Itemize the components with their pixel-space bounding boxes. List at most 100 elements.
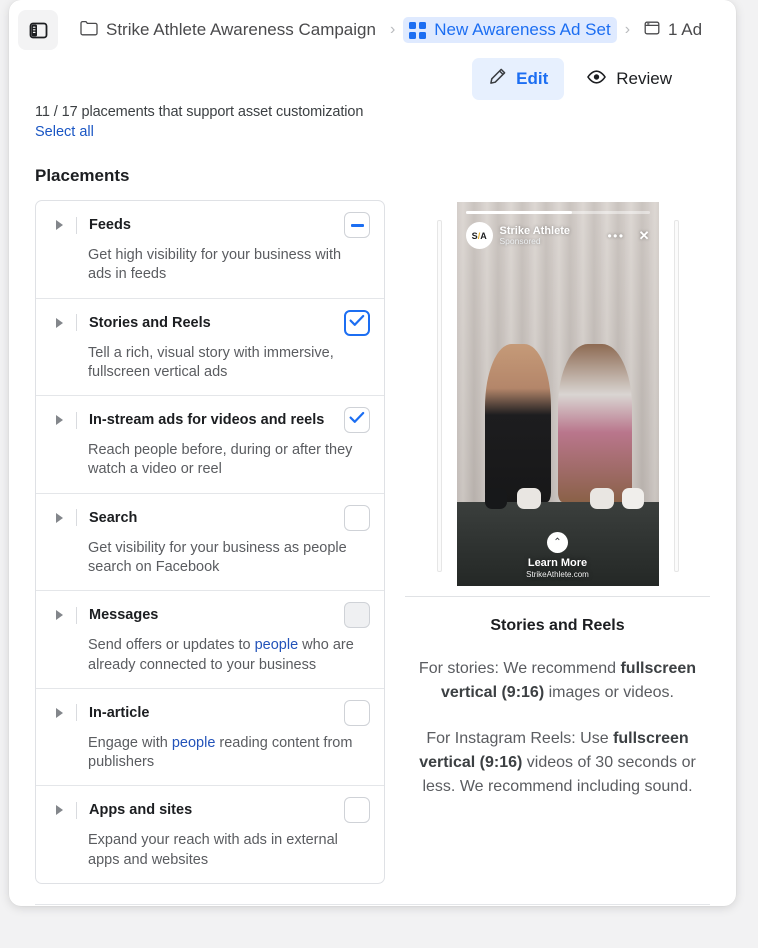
sidebar-panel-icon[interactable] (18, 10, 58, 50)
preview-paragraph-reels: For Instagram Reels: Use fullscreen vert… (405, 727, 710, 799)
placement-name: In-stream ads for videos and reels (89, 412, 325, 429)
placement-checkbox-feeds[interactable] (344, 212, 370, 238)
chevron-up-icon: ⌃ (547, 532, 568, 553)
eye-icon (586, 69, 607, 90)
placement-item-apps-and-sites[interactable]: Apps and sites Expand your reach with ad… (36, 786, 384, 883)
placement-name: In-article (89, 704, 150, 721)
placement-description: Engage with people reading content from … (88, 734, 356, 773)
story-progress-bar (465, 211, 650, 214)
expand-caret-icon[interactable] (50, 220, 68, 230)
placement-item-stories-and-reels[interactable]: Stories and Reels Tell a rich, visual st… (36, 299, 384, 397)
review-button[interactable]: Review (570, 60, 688, 99)
edit-button-label: Edit (516, 69, 549, 88)
para2-part1: For Instagram Reels: Use (426, 730, 614, 747)
placement-checkbox-in-stream-ads[interactable] (344, 407, 370, 434)
people-link[interactable]: people (255, 637, 299, 653)
folder-icon (80, 20, 98, 41)
avatar-initial-right: A (480, 230, 487, 241)
divider (76, 704, 77, 722)
ads-manager-card: Strike Athlete Awareness Campaign › New … (9, 0, 736, 906)
columns: Feeds Get high visibility for your busin… (35, 200, 710, 884)
preview-divider (405, 596, 710, 597)
placement-description: Get high visibility for your business wi… (88, 247, 342, 283)
phone-rail-right (673, 220, 679, 572)
placement-item-messages[interactable]: Messages Send offers or updates to peopl… (36, 591, 384, 689)
story-sponsored-label: Sponsored (499, 235, 541, 246)
ad-photo-shoe (589, 488, 615, 510)
phone-frame: S / A Strike Athlete Sponsored ••• ✕ ⌃ L… (436, 202, 679, 590)
expand-caret-icon[interactable] (50, 415, 68, 426)
phone-preview: S / A Strike Athlete Sponsored ••• ✕ ⌃ L… (405, 200, 710, 592)
para1-part1: For stories: We recommend (418, 660, 621, 677)
divider (76, 606, 77, 624)
preview-paragraph-stories: For stories: We recommend fullscreen ver… (405, 657, 710, 705)
expand-caret-icon[interactable] (50, 805, 68, 816)
breadcrumb-item-campaign[interactable]: Strike Athlete Awareness Campaign (74, 17, 382, 44)
placement-item-in-article[interactable]: In-article Engage with people reading co… (36, 689, 384, 787)
close-icon[interactable]: ✕ (639, 228, 650, 244)
select-all-link[interactable]: Select all (35, 124, 94, 140)
divider (76, 411, 77, 429)
ad-photo-shoe (517, 488, 542, 510)
check-icon (349, 314, 365, 332)
placement-description: Expand your reach with ads in external a… (88, 832, 338, 868)
placement-description: Send offers or updates to people who are… (88, 636, 356, 675)
breadcrumb-item-ad[interactable]: 1 Ad (638, 17, 708, 44)
desc-part-before: Engage with (88, 734, 172, 751)
placement-name: Feeds (89, 217, 131, 233)
header: Strike Athlete Awareness Campaign › New … (9, 0, 736, 104)
cta-label: Learn More (527, 557, 588, 569)
placement-description: Tell a rich, visual story with immersive… (88, 344, 334, 380)
cta-url: StrikeAthlete.com (526, 570, 589, 579)
grid-icon (409, 21, 427, 39)
people-link[interactable]: people (172, 735, 216, 751)
placement-item-search[interactable]: Search Get visibility for your business … (36, 494, 384, 592)
preview-panel: S / A Strike Athlete Sponsored ••• ✕ ⌃ L… (385, 200, 710, 884)
breadcrumb-separator-2: › (624, 21, 631, 38)
placement-checkbox-messages[interactable] (344, 602, 370, 629)
expand-caret-icon[interactable] (50, 317, 68, 328)
divider (76, 314, 77, 332)
story-cta[interactable]: ⌃ Learn More StrikeAthlete.com (457, 532, 659, 579)
placement-name: Apps and sites (89, 802, 193, 819)
placement-item-feeds[interactable]: Feeds Get high visibility for your busin… (36, 201, 384, 299)
divider (76, 509, 77, 527)
story-screen: S / A Strike Athlete Sponsored ••• ✕ ⌃ L… (456, 202, 659, 586)
breadcrumb-label-adset: New Awareness Ad Set (434, 20, 611, 39)
review-button-label: Review (616, 69, 672, 88)
breadcrumb-separator-1: › (389, 21, 396, 38)
breadcrumb-item-adset[interactable]: New Awareness Ad Set (403, 17, 617, 43)
placement-checkbox-apps-and-sites[interactable] (344, 797, 370, 824)
ad-photo-shoe (622, 488, 645, 510)
main-content: 11 / 17 placements that support asset cu… (9, 104, 736, 884)
placement-name: Messages (89, 607, 159, 624)
more-options-icon[interactable]: ••• (607, 229, 624, 243)
placement-checkbox-search[interactable] (344, 504, 370, 531)
phone-rail-left (436, 220, 442, 572)
desc-part-before: Send offers or updates to (88, 637, 255, 654)
expand-caret-icon[interactable] (50, 512, 68, 523)
divider (76, 801, 77, 819)
check-icon (349, 411, 365, 429)
placement-name: Stories and Reels (89, 314, 211, 331)
placement-description: Reach people before, during or after the… (88, 442, 353, 478)
placement-count-text: 11 / 17 placements that support asset cu… (35, 104, 364, 120)
placement-checkbox-stories-and-reels[interactable] (344, 309, 370, 336)
breadcrumb-label-campaign: Strike Athlete Awareness Campaign (106, 20, 376, 39)
story-brand-block: Strike Athlete Sponsored (500, 225, 601, 246)
placement-checkbox-in-article[interactable] (344, 699, 370, 726)
para1-part2: images or videos. (544, 684, 674, 701)
placement-name: Search (89, 509, 138, 526)
view-toggle: Edit Review (472, 58, 688, 100)
footer: Show more options (35, 903, 710, 906)
placement-description: Get visibility for your business as peop… (88, 539, 347, 575)
ad-photo-shoe (484, 488, 507, 510)
placement-item-in-stream-ads[interactable]: In-stream ads for videos and reels Reach… (36, 396, 384, 494)
ad-photo-person-right (557, 344, 633, 502)
expand-caret-icon[interactable] (50, 707, 68, 718)
indeterminate-dash-icon (350, 223, 364, 227)
edit-button[interactable]: Edit (472, 58, 565, 100)
expand-caret-icon[interactable] (50, 610, 68, 621)
story-header: S / A Strike Athlete Sponsored ••• ✕ (465, 222, 650, 249)
breadcrumb-label-ad: 1 Ad (668, 20, 703, 39)
